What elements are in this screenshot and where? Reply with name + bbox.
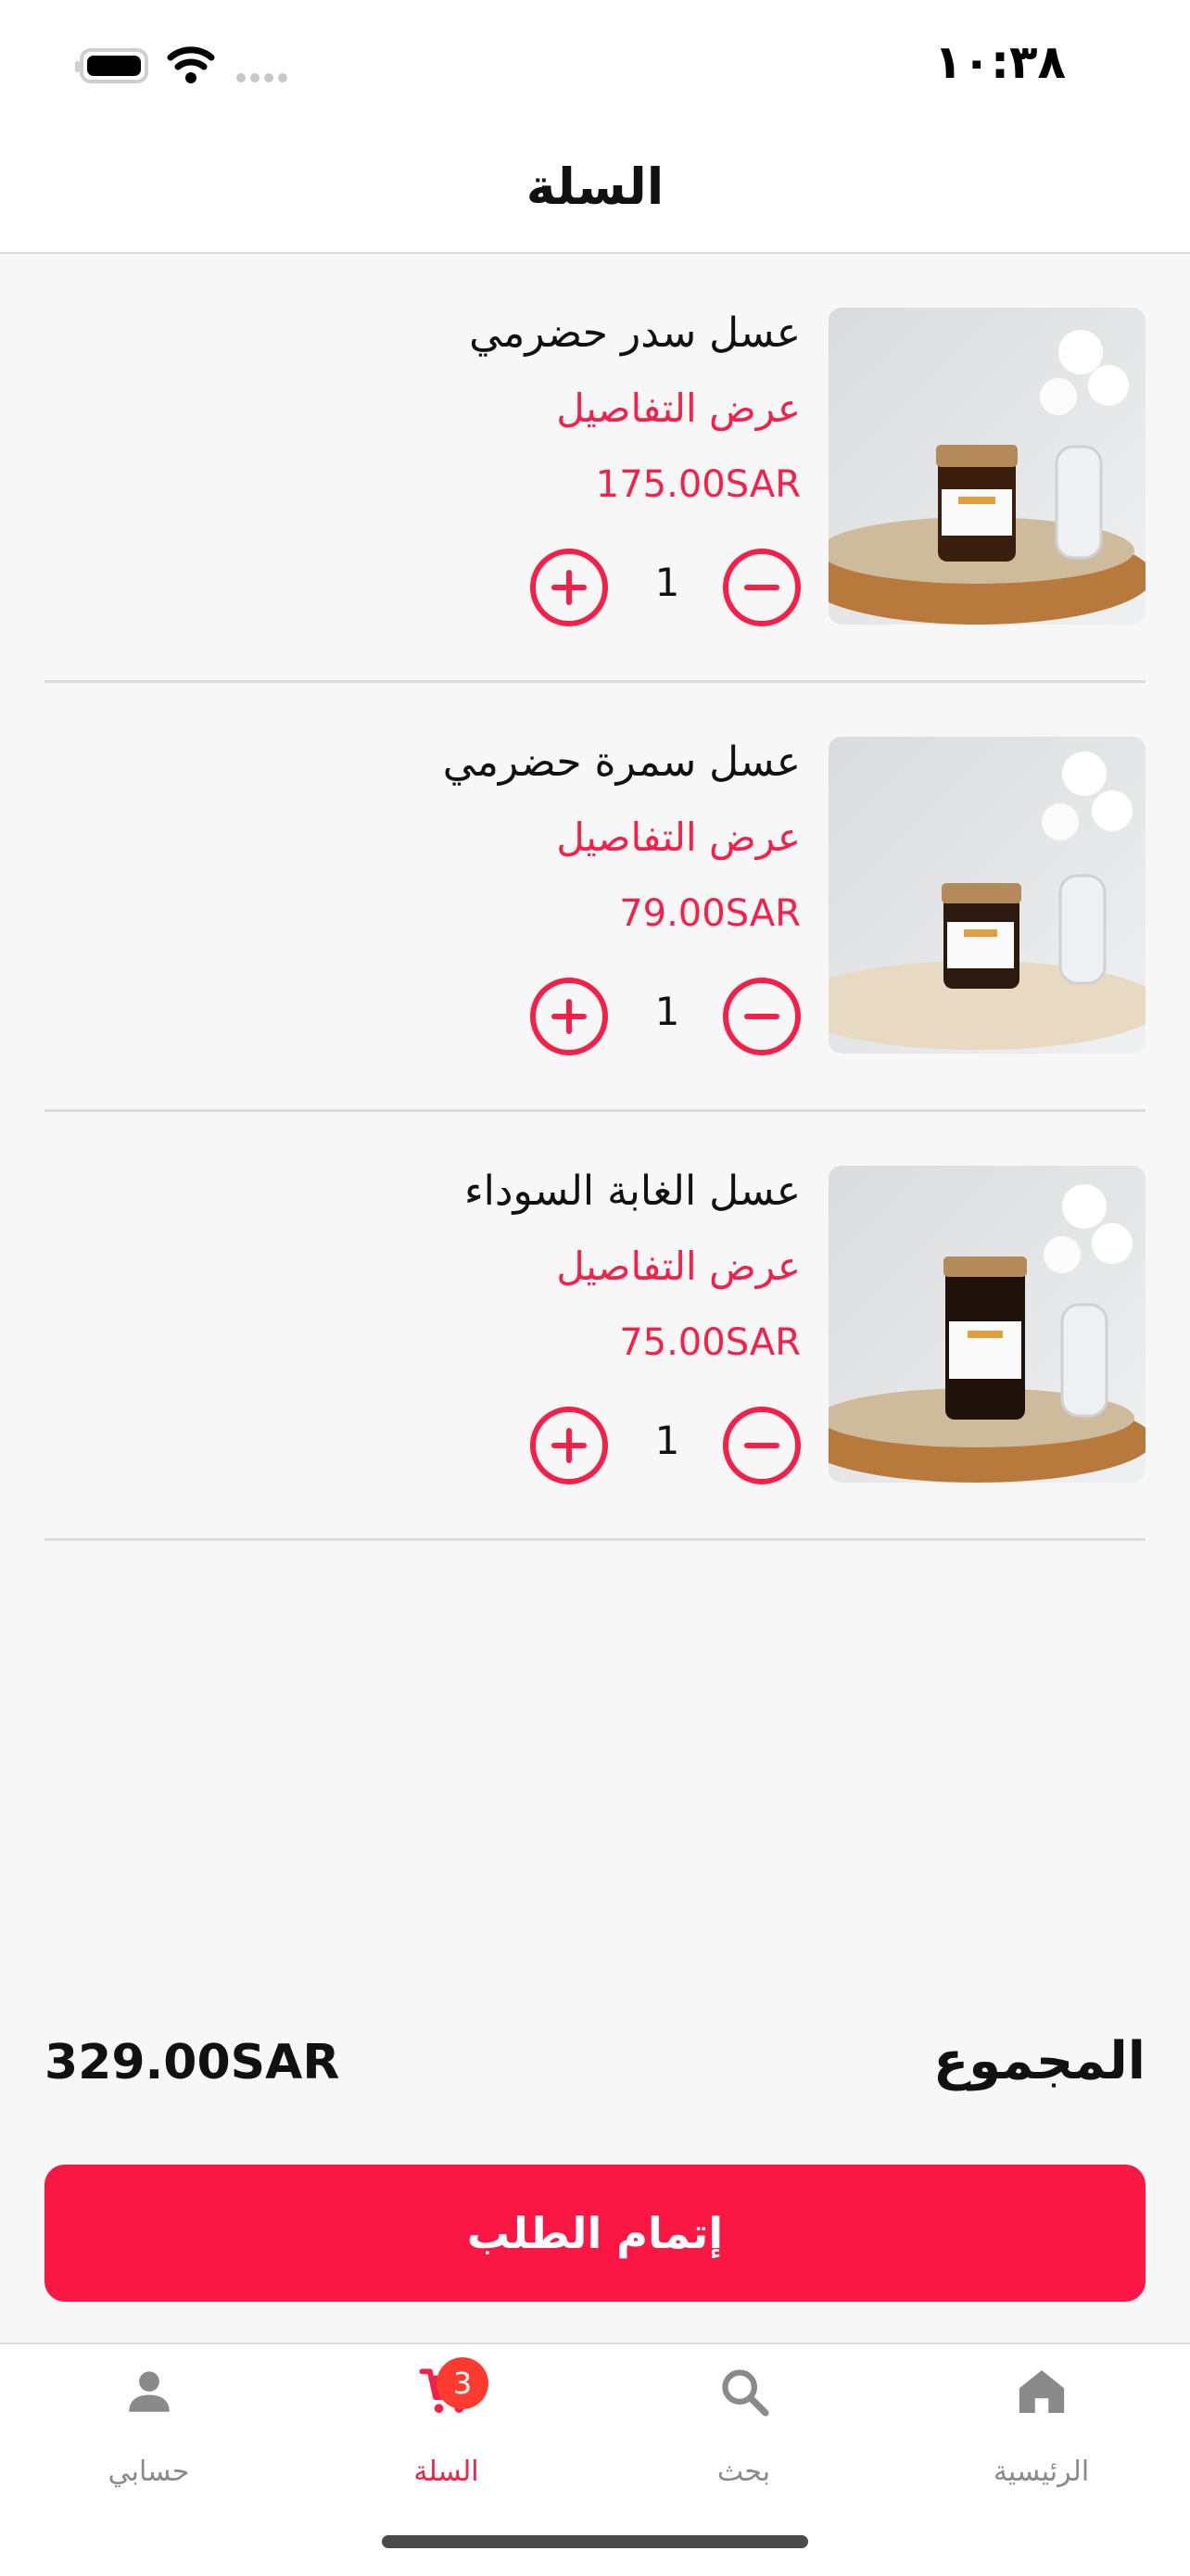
increase-quantity-button[interactable] [530, 1407, 608, 1484]
product-name: عسل الغابة السوداء [463, 1168, 801, 1215]
page-title: السلة [525, 158, 665, 216]
header: السلة [0, 130, 1190, 254]
person-icon [128, 2371, 170, 2412]
cart-item: عسل سمرة حضرمي عرض التفاصيل 79.00SAR 1 [44, 683, 1146, 1112]
tab-label: السلة [413, 2456, 479, 2488]
home-indicator [382, 2535, 808, 2548]
product-price: 75.00SAR [619, 1321, 801, 1364]
tab-search[interactable]: بحث [595, 2344, 892, 2511]
home-icon [1019, 2370, 1064, 2413]
tab-account[interactable]: حسابي [0, 2344, 298, 2511]
battery-icon [75, 48, 148, 83]
status-bar: ١٠:٣٨ [0, 0, 1190, 130]
quantity-value: 1 [654, 1418, 680, 1463]
product-price: 175.00SAR [595, 463, 801, 506]
cart-list: عسل سدر حضرمي عرض التفاصيل 175.00SAR 1 ع… [44, 254, 1146, 1541]
tab-cart[interactable]: 3 السلة [298, 2344, 595, 2511]
view-details-link[interactable]: عرض التفاصيل [556, 1244, 801, 1289]
quantity-value: 1 [654, 560, 680, 605]
product-name: عسل سدر حضرمي [469, 309, 801, 357]
checkout-button[interactable]: إتمام الطلب [44, 2165, 1146, 2302]
signal-icon [236, 73, 287, 82]
product-image[interactable] [829, 1166, 1146, 1483]
quantity-value: 1 [654, 989, 680, 1034]
total-value: 329.00SAR [44, 2035, 340, 2090]
cart-badge: 3 [437, 2357, 488, 2409]
tab-label: الرئيسية [993, 2456, 1090, 2488]
increase-quantity-button[interactable] [530, 978, 608, 1055]
tab-home[interactable]: الرئيسية [892, 2344, 1190, 2511]
increase-quantity-button[interactable] [530, 549, 608, 626]
wifi-icon [167, 46, 215, 83]
checkout-label: إتمام الطلب [466, 2208, 724, 2258]
status-time: ١٠:٣٨ [933, 35, 1066, 89]
cart-item: عسل سدر حضرمي عرض التفاصيل 175.00SAR 1 [44, 254, 1146, 683]
cart-item: عسل الغابة السوداء عرض التفاصيل 75.00SAR… [44, 1112, 1146, 1541]
decrease-quantity-button[interactable] [723, 549, 801, 626]
decrease-quantity-button[interactable] [723, 978, 801, 1055]
tab-label: بحث [716, 2456, 771, 2488]
view-details-link[interactable]: عرض التفاصيل [556, 385, 801, 431]
search-icon [721, 2369, 769, 2417]
decrease-quantity-button[interactable] [723, 1407, 801, 1484]
product-image[interactable] [829, 308, 1146, 625]
product-price: 79.00SAR [619, 892, 801, 935]
tab-label: حسابي [108, 2456, 190, 2488]
product-name: عسل سمرة حضرمي [442, 739, 801, 786]
view-details-link[interactable]: عرض التفاصيل [556, 814, 801, 860]
product-image[interactable] [829, 737, 1146, 1054]
total-label: المجموع [932, 2031, 1146, 2091]
